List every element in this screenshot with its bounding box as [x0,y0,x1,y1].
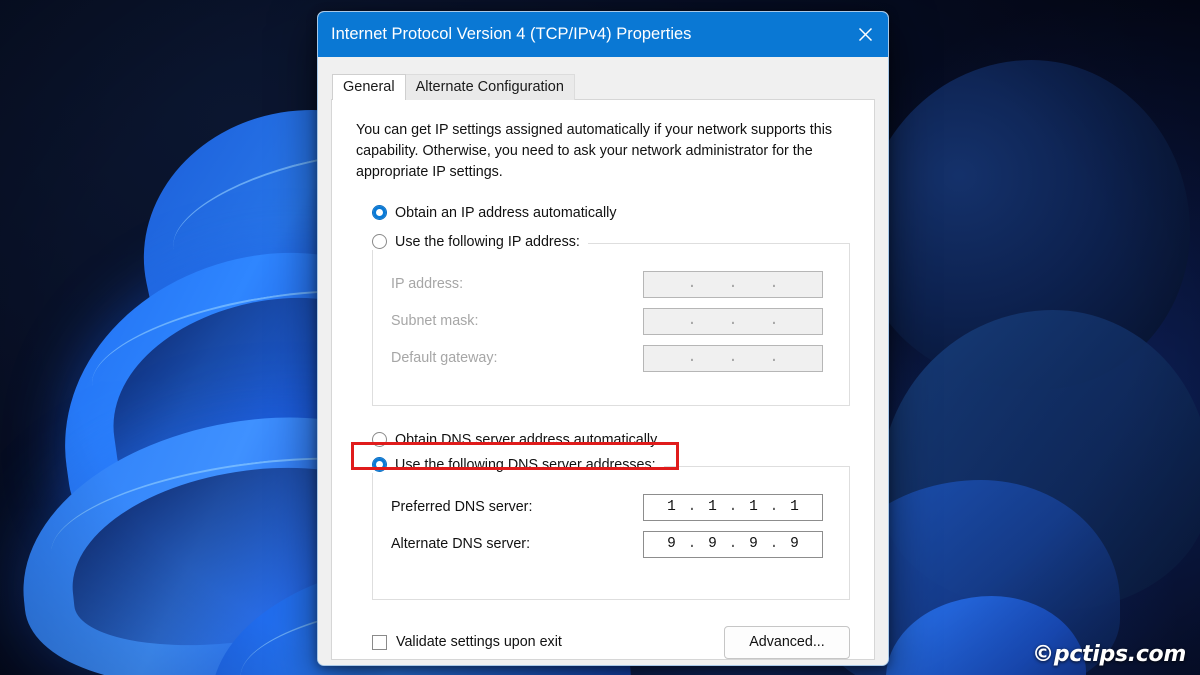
field-row-subnet-mask: Subnet mask: . . . [373,303,849,340]
preferred-dns-octet-2: 1 [708,499,717,516]
ip-separator: . [769,276,779,293]
dialog-body: General Alternate Configuration You can … [318,57,888,665]
radio-indicator-use-following-dns [372,457,387,473]
alternate-dns-octet-4: 9 [790,536,799,553]
ip-separator: . [728,536,738,553]
ipv4-properties-dialog: Internet Protocol Version 4 (TCP/IPv4) P… [317,11,889,666]
ip-separator: . [728,313,738,330]
ip-separator: . [687,276,697,293]
field-row-preferred-dns: Preferred DNS server: 1 . 1 . 1 . 1 [373,489,849,526]
tab-general[interactable]: General [332,73,406,100]
checkbox-indicator-validate-settings [372,634,387,650]
alternate-dns-octet-3: 9 [749,536,758,553]
radio-obtain-ip-automatically[interactable]: Obtain an IP address automatically [372,205,856,221]
label-default-gateway: Default gateway: [391,350,498,367]
dialog-titlebar: Internet Protocol Version 4 (TCP/IPv4) P… [318,12,888,57]
dialog-footer: OK Cancel [318,660,888,665]
preferred-dns-octet-3: 1 [749,499,758,516]
alternate-dns-octet-2: 9 [708,536,717,553]
checkbox-validate-settings[interactable]: Validate settings upon exit [372,634,562,650]
radio-label-obtain-ip-auto: Obtain an IP address automatically [395,204,617,221]
field-row-default-gateway: Default gateway: . . . [373,340,849,377]
ip-separator: . [687,313,697,330]
close-icon[interactable] [842,12,888,57]
ip-separator: . [687,536,697,553]
input-preferred-dns[interactable]: 1 . 1 . 1 . 1 [643,493,823,521]
panel-bottom-row: Validate settings upon exit Advanced... [372,625,850,659]
tab-strip: General Alternate Configuration [318,57,888,100]
radio-label-obtain-dns-auto: Obtain DNS server address automatically [395,431,658,448]
site-watermark: ©pctips.com [1032,642,1186,667]
input-subnet-mask[interactable]: . . . [643,307,823,335]
radio-obtain-dns-automatically[interactable]: Obtain DNS server address automatically [372,432,856,448]
ip-separator: . [769,313,779,330]
manual-dns-group: Use the following DNS server addresses: … [372,456,850,600]
input-ip-address[interactable]: . . . [643,270,823,298]
radio-label-use-following-ip: Use the following IP address: [395,233,580,250]
ip-separator: . [728,350,738,367]
ip-separator: . [687,350,697,367]
tab-alternate-configuration[interactable]: Alternate Configuration [404,73,575,100]
preferred-dns-octet-1: 1 [667,499,676,516]
ip-separator: . [769,536,779,553]
general-tab-panel: You can get IP settings assigned automat… [331,99,875,660]
ip-separator: . [728,276,738,293]
radio-indicator-use-following-ip [372,234,387,250]
radio-indicator-obtain-ip-auto [372,205,387,221]
preferred-dns-octet-4: 1 [790,499,799,516]
dialog-title: Internet Protocol Version 4 (TCP/IPv4) P… [331,25,692,43]
ip-separator: . [687,499,697,516]
label-subnet-mask: Subnet mask: [391,313,479,330]
alternate-dns-octet-1: 9 [667,536,676,553]
radio-label-use-following-dns: Use the following DNS server addresses: [395,456,656,473]
field-row-alternate-dns: Alternate DNS server: 9 . 9 . 9 . 9 [373,526,849,563]
advanced-button[interactable]: Advanced... [724,625,850,659]
ip-separator: . [769,350,779,367]
label-alternate-dns: Alternate DNS server: [391,536,531,553]
label-ip-address: IP address: [391,276,464,293]
label-preferred-dns: Preferred DNS server: [391,499,533,516]
input-alternate-dns[interactable]: 9 . 9 . 9 . 9 [643,530,823,558]
manual-ip-group: Use the following IP address: IP address… [372,233,850,406]
panel-description: You can get IP settings assigned automat… [356,122,833,180]
radio-use-following-dns-addresses[interactable]: Use the following DNS server addresses: [372,456,664,473]
checkbox-label-validate-settings: Validate settings upon exit [396,634,562,651]
field-row-ip-address: IP address: . . . [373,266,849,303]
radio-indicator-obtain-dns-auto [372,432,387,448]
input-default-gateway[interactable]: . . . [643,344,823,372]
ip-separator: . [769,499,779,516]
radio-use-following-ip-address[interactable]: Use the following IP address: [372,233,588,250]
ip-separator: . [728,499,738,516]
